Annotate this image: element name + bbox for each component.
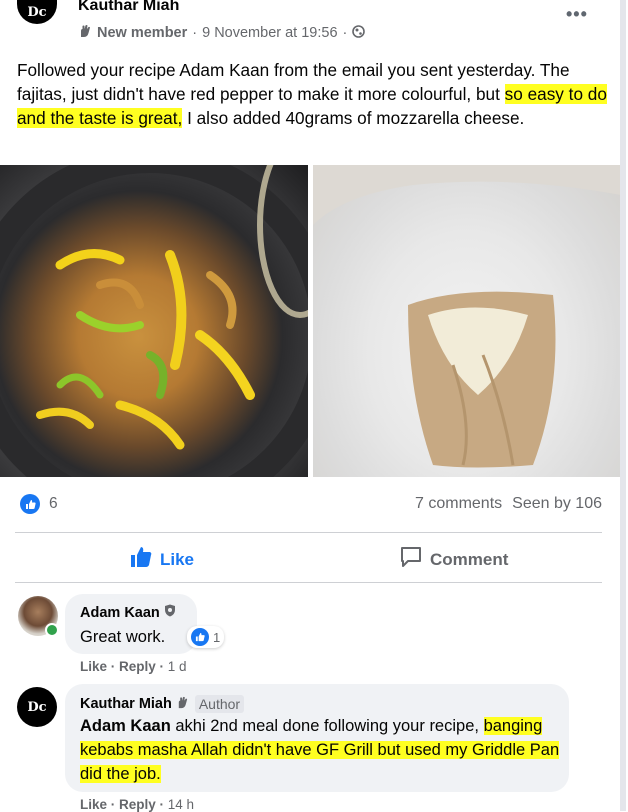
- new-member-icon: [176, 696, 189, 713]
- seen-by-count[interactable]: Seen by 106: [512, 495, 602, 513]
- audience-globe-icon[interactable]: [352, 24, 366, 42]
- reactions-summary[interactable]: 6: [20, 494, 58, 514]
- post-author-avatar[interactable]: Dc: [17, 0, 57, 24]
- like-button[interactable]: Like: [130, 546, 194, 573]
- comment-like-link[interactable]: Like: [80, 797, 107, 812]
- post-timestamp[interactable]: 9 November at 19:56: [202, 25, 337, 41]
- comment-reply-link[interactable]: Reply: [119, 659, 156, 674]
- author-badge: Author: [194, 695, 245, 713]
- comment-author-label: Adam Kaan: [80, 604, 160, 621]
- comment-time[interactable]: 1 d: [168, 659, 187, 674]
- new-member-icon: [78, 24, 92, 42]
- comment-button[interactable]: Comment: [400, 546, 508, 573]
- comment-button-label: Comment: [430, 549, 509, 569]
- mention-link[interactable]: Adam Kaan: [80, 717, 171, 735]
- comment-reaction-pill[interactable]: 1: [187, 626, 225, 648]
- thumbs-up-icon: [130, 546, 152, 573]
- like-reaction-icon: [191, 628, 209, 646]
- post-body: Followed your recipe Adam Kaan from the …: [17, 58, 607, 130]
- meta-separator: ·: [342, 25, 348, 41]
- comment-author-avatar[interactable]: Dc: [17, 687, 57, 727]
- comment-text: Great work.: [80, 628, 166, 646]
- comment-reply-link[interactable]: Reply: [119, 797, 156, 812]
- scrollbar-track[interactable]: [620, 0, 626, 811]
- post-photo-fajitas[interactable]: [0, 165, 308, 477]
- post-counts: 7 comments Seen by 106: [415, 495, 602, 513]
- post-text-part1: Followed your recipe Adam Kaan from the …: [17, 60, 570, 104]
- like-button-label: Like: [160, 549, 195, 569]
- new-member-badge[interactable]: New member: [97, 25, 187, 41]
- post-text-part2: I also added 40grams of mozzarella chees…: [182, 108, 525, 128]
- divider: [15, 532, 602, 533]
- post-meta: New member · 9 November at 19:56 ·: [78, 24, 366, 42]
- admin-shield-icon: [164, 604, 176, 621]
- avatar-logo-text: Dc: [27, 699, 47, 715]
- comment-actions: Like · Reply · 14 h: [80, 797, 195, 812]
- comment-actions: Like · Reply · 1 d: [80, 659, 187, 674]
- comment-bubble-icon: [400, 546, 422, 573]
- comment-author-name[interactable]: Adam Kaan: [80, 604, 176, 621]
- post-photo-wrap[interactable]: [313, 165, 621, 477]
- divider: [15, 582, 602, 583]
- like-reaction-icon: [20, 494, 40, 514]
- avatar-logo-text: Dc: [27, 4, 47, 20]
- comment-author-name[interactable]: Kauthar Miah Author: [80, 695, 245, 713]
- more-options-icon[interactable]: •••: [566, 4, 588, 25]
- post-author-name[interactable]: Kauthar Miah: [78, 0, 179, 15]
- meta-separator: ·: [192, 25, 198, 41]
- comment-author-label: Kauthar Miah: [80, 696, 172, 712]
- online-status-dot: [45, 623, 59, 637]
- comment-text: Adam Kaan akhi 2nd meal done following y…: [80, 714, 560, 786]
- comment-reaction-count: 1: [213, 629, 221, 645]
- comments-count[interactable]: 7 comments: [415, 495, 502, 513]
- comment-text-part1: akhi 2nd meal done following your recipe…: [170, 717, 484, 735]
- comment-time[interactable]: 14 h: [168, 797, 194, 812]
- comment-like-link[interactable]: Like: [80, 659, 107, 674]
- like-count: 6: [49, 495, 58, 512]
